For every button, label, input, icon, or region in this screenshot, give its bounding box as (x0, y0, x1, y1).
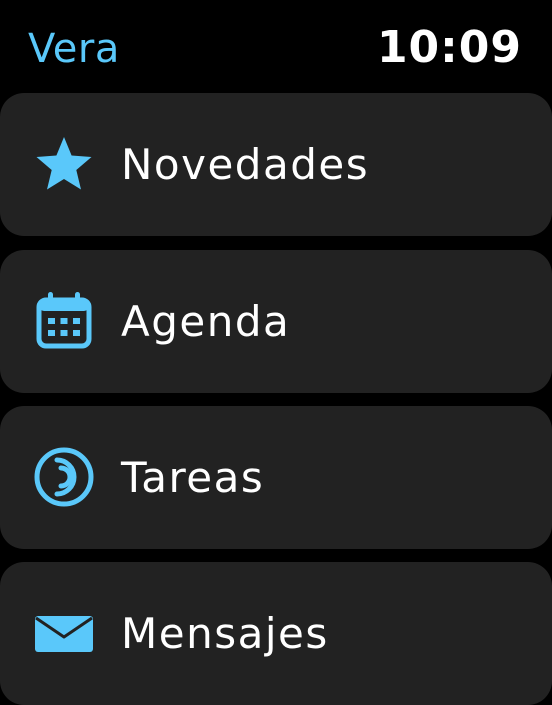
menu-item-label: Mensajes (121, 609, 329, 658)
menu-item-mensajes[interactable]: Mensajes (0, 562, 552, 705)
menu-item-novedades[interactable]: Novedades (0, 93, 552, 236)
menu-item-agenda[interactable]: Agenda (0, 250, 552, 393)
status-bar: Vera 10:09 (0, 0, 552, 92)
menu-item-label: Novedades (121, 140, 370, 189)
menu-item-label: Tareas (121, 453, 265, 502)
envelope-icon (33, 602, 95, 664)
app-title[interactable]: Vera (28, 24, 120, 74)
calendar-icon (33, 290, 95, 352)
menu-item-tareas[interactable]: Tareas (0, 406, 552, 549)
clock: 10:09 (376, 22, 522, 73)
activity-ring-icon (33, 446, 95, 508)
star-icon (33, 133, 95, 195)
menu-item-label: Agenda (121, 297, 291, 346)
